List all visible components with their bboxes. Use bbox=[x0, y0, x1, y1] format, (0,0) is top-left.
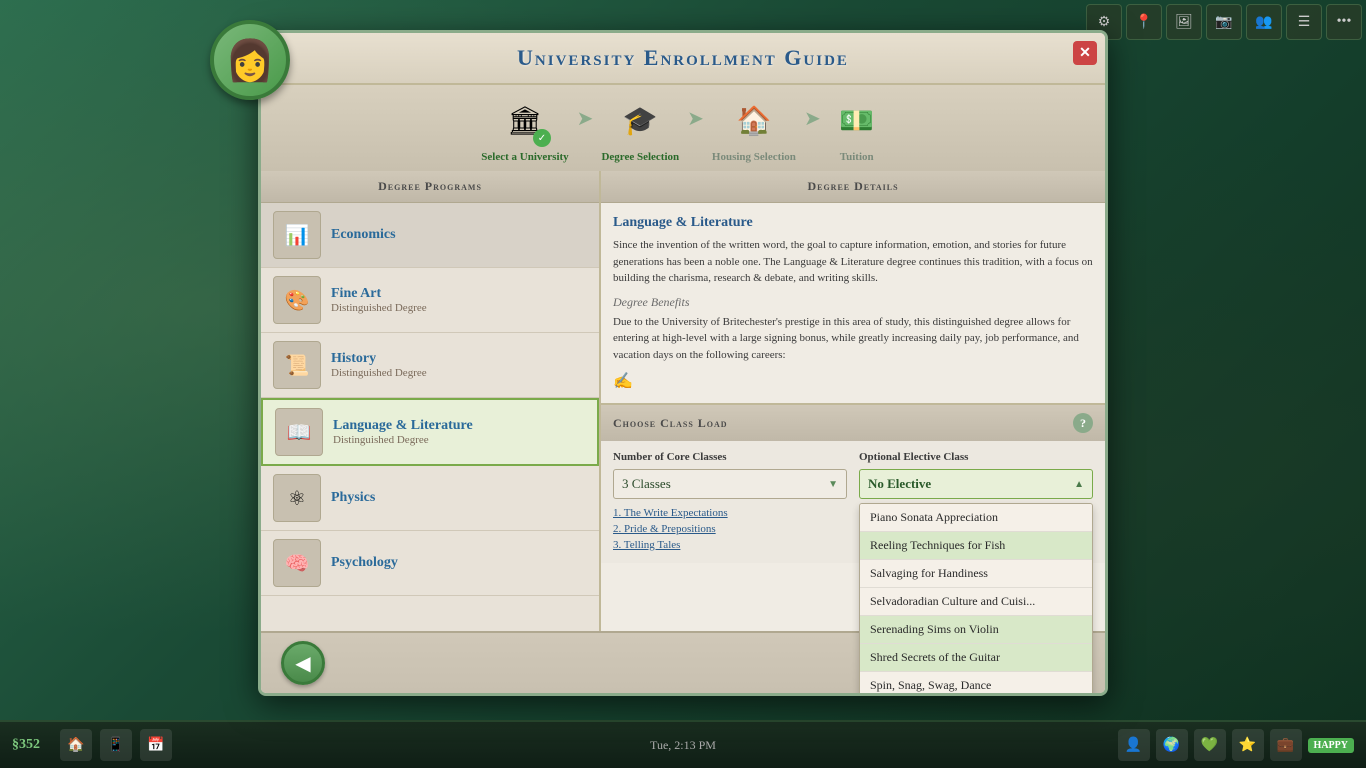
wizard-step-tuition[interactable]: 💵 Tuition bbox=[829, 93, 885, 163]
degree-sub-3: Distinguished Degree bbox=[333, 434, 585, 446]
housing-step-icon: 🏠 bbox=[726, 93, 782, 149]
benefits-title: Degree Benefits bbox=[613, 295, 1093, 310]
degree-list[interactable]: 📊 Economics 🎨 Fine Art Distinguished Deg… bbox=[261, 203, 599, 631]
arrow-3: ➤ bbox=[804, 106, 821, 131]
arrow-2: ➤ bbox=[687, 106, 704, 131]
modal-overlay: University Enrollment Guide ✕ 🏛 ✓ Select… bbox=[0, 0, 1366, 768]
housing-step-label: Housing Selection bbox=[712, 151, 796, 163]
elective-option-4[interactable]: Serenading Sims on Violin bbox=[860, 616, 1092, 644]
elective-column: Optional Elective Class No Elective ▲ Pi… bbox=[859, 451, 1093, 553]
career-icon: ✍ bbox=[613, 371, 1093, 391]
degree-item-0[interactable]: 📊 Economics bbox=[261, 203, 599, 268]
elective-select[interactable]: No Elective ▲ bbox=[859, 469, 1093, 499]
degree-programs-header: Degree Programs bbox=[261, 171, 599, 203]
degree-item-4[interactable]: ⚛ Physics bbox=[261, 466, 599, 531]
core-class-2[interactable]: 3. Telling Tales bbox=[613, 537, 847, 553]
avatar-container: 👩 bbox=[210, 20, 290, 100]
wizard-step-degree[interactable]: 🎓 Degree Selection bbox=[601, 93, 679, 163]
degree-info-1: Fine Art Distinguished Degree bbox=[331, 286, 587, 314]
elective-dropdown[interactable]: Piano Sonata Appreciation Reeling Techni… bbox=[859, 503, 1093, 696]
back-button[interactable]: ◀ bbox=[281, 641, 325, 685]
degree-thumb-1: 🎨 bbox=[273, 276, 321, 324]
degree-details: Language & Literature Since the inventio… bbox=[601, 203, 1105, 403]
university-step-icon: 🏛 ✓ bbox=[497, 93, 553, 149]
degree-step-icon: 🎓 bbox=[612, 93, 668, 149]
core-classes-select[interactable]: 3 Classes ▼ bbox=[613, 469, 847, 499]
degree-sub-2: Distinguished Degree bbox=[331, 367, 587, 379]
degree-item-3[interactable]: 📖 Language & Literature Distinguished De… bbox=[261, 398, 599, 466]
elective-option-1[interactable]: Reeling Techniques for Fish bbox=[860, 532, 1092, 560]
detail-title: Language & Literature bbox=[613, 215, 1093, 231]
core-classes-list: 1. The Write Expectations 2. Pride & Pre… bbox=[613, 505, 847, 553]
degree-details-header: Degree Details bbox=[601, 171, 1105, 203]
degree-info-0: Economics bbox=[331, 227, 587, 243]
degree-thumb-2: 📜 bbox=[273, 341, 321, 389]
modal-header: University Enrollment Guide ✕ bbox=[261, 33, 1105, 85]
degree-name-5: Psychology bbox=[331, 555, 587, 571]
elective-option-6[interactable]: Spin, Snag, Swag, Dance bbox=[860, 672, 1092, 696]
class-load-header: Choose Class Load ? bbox=[601, 405, 1105, 441]
degree-name-0: Economics bbox=[331, 227, 587, 243]
avatar-emoji: 👩 bbox=[225, 37, 275, 84]
degree-item-2[interactable]: 📜 History Distinguished Degree bbox=[261, 333, 599, 398]
back-icon: ◀ bbox=[295, 651, 310, 676]
core-value: 3 Classes bbox=[622, 476, 671, 492]
core-class-0[interactable]: 1. The Write Expectations bbox=[613, 505, 847, 521]
elective-option-5[interactable]: Shred Secrets of the Guitar bbox=[860, 644, 1092, 672]
close-button[interactable]: ✕ bbox=[1073, 41, 1097, 65]
degree-thumb-4: ⚛ bbox=[273, 474, 321, 522]
checkmark-icon: ✓ bbox=[533, 129, 551, 147]
university-step-label: Select a University bbox=[481, 151, 568, 163]
help-button[interactable]: ? bbox=[1073, 413, 1093, 433]
elective-label: Optional Elective Class bbox=[859, 451, 1093, 463]
degree-item-5[interactable]: 🧠 Psychology bbox=[261, 531, 599, 596]
degree-step-label: Degree Selection bbox=[601, 151, 679, 163]
wizard-step-housing[interactable]: 🏠 Housing Selection bbox=[712, 93, 796, 163]
tuition-step-label: Tuition bbox=[840, 151, 874, 163]
core-classes-column: Number of Core Classes 3 Classes ▼ 1. Th… bbox=[613, 451, 847, 553]
class-load-body: Number of Core Classes 3 Classes ▼ 1. Th… bbox=[601, 441, 1105, 563]
degree-sub-1: Distinguished Degree bbox=[331, 302, 587, 314]
left-panel: Degree Programs 📊 Economics 🎨 Fine Art D… bbox=[261, 171, 601, 631]
modal-body: Degree Programs 📊 Economics 🎨 Fine Art D… bbox=[261, 171, 1105, 631]
class-load-title: Choose Class Load bbox=[613, 416, 728, 431]
core-label: Number of Core Classes bbox=[613, 451, 847, 463]
degree-thumb-0: 📊 bbox=[273, 211, 321, 259]
elective-option-2[interactable]: Salvaging for Handiness bbox=[860, 560, 1092, 588]
wizard-steps: 🏛 ✓ Select a University ➤ 🎓 Degree Selec… bbox=[261, 85, 1105, 171]
avatar: 👩 bbox=[210, 20, 290, 100]
elective-option-3[interactable]: Selvadoradian Culture and Cuisi... bbox=[860, 588, 1092, 616]
modal-title: University Enrollment Guide bbox=[281, 45, 1085, 71]
elective-value: No Elective bbox=[868, 476, 931, 492]
degree-description: Since the invention of the written word,… bbox=[613, 237, 1093, 287]
right-panel: Degree Details Language & Literature Sin… bbox=[601, 171, 1105, 631]
elective-option-0[interactable]: Piano Sonata Appreciation bbox=[860, 504, 1092, 532]
degree-name-3: Language & Literature bbox=[333, 418, 585, 434]
degree-thumb-5: 🧠 bbox=[273, 539, 321, 587]
degree-name-4: Physics bbox=[331, 490, 587, 506]
degree-info-3: Language & Literature Distinguished Degr… bbox=[333, 418, 585, 446]
degree-item-1[interactable]: 🎨 Fine Art Distinguished Degree bbox=[261, 268, 599, 333]
enrollment-modal: University Enrollment Guide ✕ 🏛 ✓ Select… bbox=[258, 30, 1108, 696]
degree-info-5: Psychology bbox=[331, 555, 587, 571]
degree-name-2: History bbox=[331, 351, 587, 367]
core-dropdown-arrow-icon: ▼ bbox=[828, 479, 838, 490]
degree-info-2: History Distinguished Degree bbox=[331, 351, 587, 379]
degree-thumb-3: 📖 bbox=[275, 408, 323, 456]
core-class-1[interactable]: 2. Pride & Prepositions bbox=[613, 521, 847, 537]
elective-dropdown-arrow-icon: ▲ bbox=[1074, 479, 1084, 490]
degree-name-1: Fine Art bbox=[331, 286, 587, 302]
wizard-step-university[interactable]: 🏛 ✓ Select a University bbox=[481, 93, 568, 163]
degree-info-4: Physics bbox=[331, 490, 587, 506]
tuition-step-icon: 💵 bbox=[829, 93, 885, 149]
class-load-section: Choose Class Load ? Number of Core Class… bbox=[601, 403, 1105, 563]
arrow-1: ➤ bbox=[577, 106, 594, 131]
benefits-text: Due to the University of Britechester's … bbox=[613, 314, 1093, 364]
